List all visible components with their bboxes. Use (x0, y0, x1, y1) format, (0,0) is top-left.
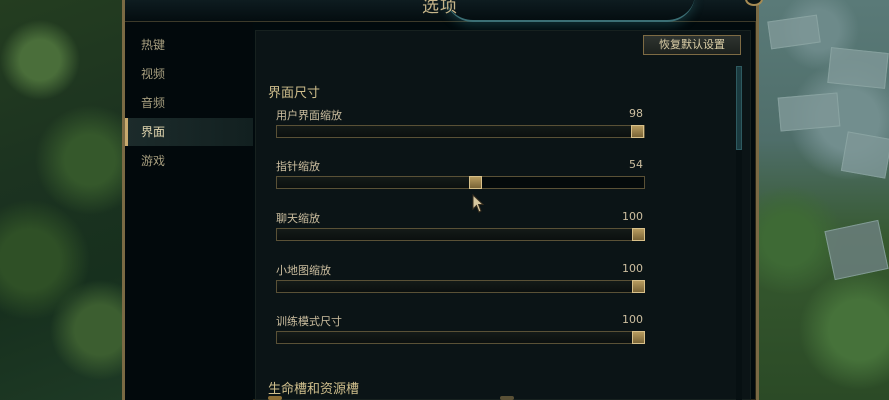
slider-track[interactable] (276, 280, 645, 293)
slider-fill (277, 126, 637, 137)
slider-label: 小地图缩放 (276, 264, 331, 277)
slider-track[interactable] (276, 331, 645, 344)
slider-value: 100 (622, 313, 643, 326)
slider-track[interactable] (276, 125, 645, 138)
stone-tile (777, 92, 841, 132)
game-background-right (759, 0, 889, 400)
sidebar-item[interactable]: 界面 (125, 118, 253, 146)
radio-indicator[interactable] (500, 396, 514, 400)
stone-tile (824, 219, 889, 281)
slider-value: 54 (629, 158, 643, 171)
slider-fill (277, 332, 644, 343)
slider-value: 100 (622, 262, 643, 275)
slider-track[interactable] (276, 228, 645, 241)
slider-label: 用户界面缩放 (276, 109, 342, 122)
stone-tile (840, 131, 889, 179)
slider-thumb[interactable] (469, 176, 483, 189)
sidebar-item[interactable]: 游戏 (125, 147, 253, 175)
sidebar-item[interactable]: 热键 (125, 31, 253, 59)
scrollbar[interactable] (736, 66, 742, 400)
sidebar-item[interactable]: 视频 (125, 60, 253, 88)
settings-content (255, 30, 751, 400)
sidebar-item[interactable]: 音频 (125, 89, 253, 117)
stone-tile (767, 14, 821, 50)
slider-thumb[interactable] (632, 228, 645, 241)
radio-indicator[interactable] (268, 396, 282, 400)
slider-thumb[interactable] (632, 331, 645, 344)
slider-label: 聊天缩放 (276, 212, 320, 225)
section-title-interface-size: 界面尺寸 (268, 86, 321, 101)
slider-fill (277, 281, 644, 292)
section-title-health-resource: 生命槽和资源槽 (268, 382, 360, 397)
mouse-pointer-icon (472, 194, 485, 213)
slider-fill (277, 177, 476, 188)
window-title: 选项 (422, 0, 458, 17)
slider-fill (277, 229, 644, 240)
slider-label: 训练模式尺寸 (276, 315, 342, 328)
slider-thumb[interactable] (630, 125, 644, 138)
slider-thumb[interactable] (632, 280, 645, 293)
slider-track[interactable] (276, 176, 645, 189)
slider-value: 98 (629, 107, 643, 120)
slider-value: 100 (622, 210, 643, 223)
game-background-left (0, 0, 130, 400)
reset-defaults-button[interactable]: 恢复默认设置 (643, 35, 741, 55)
scrollbar-thumb[interactable] (736, 66, 742, 150)
slider-label: 指针缩放 (276, 160, 320, 173)
stone-tile (827, 47, 889, 89)
title-glow (445, 0, 695, 22)
